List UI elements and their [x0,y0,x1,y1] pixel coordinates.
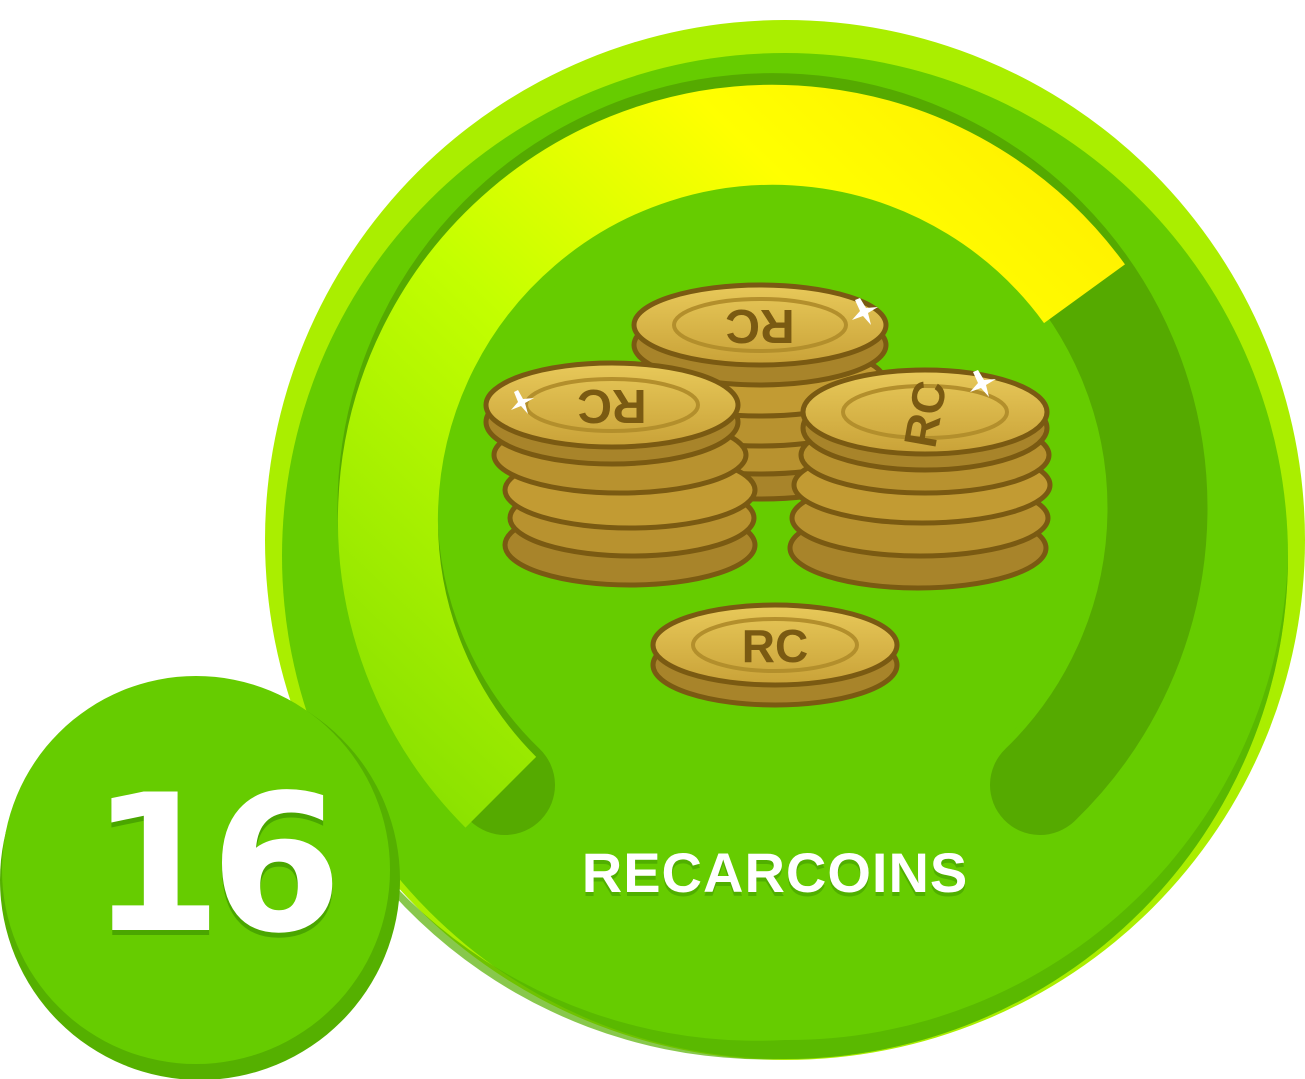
badge-label: RECARCOINS [581,841,969,904]
coin-mark-text: RC [725,299,794,352]
coin-mark-text: RC [577,379,646,432]
coin-mark-text: RC [742,620,808,672]
level-number: 16 [90,754,342,975]
